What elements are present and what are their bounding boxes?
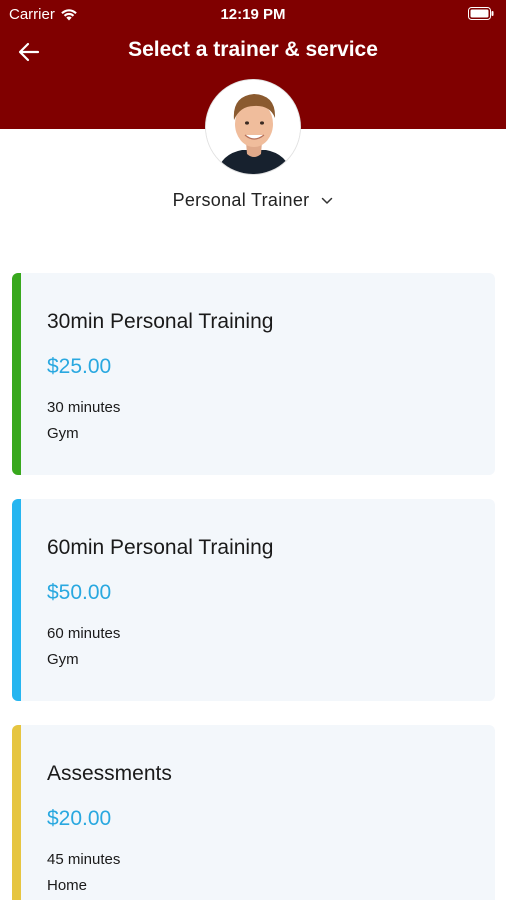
page-title: Select a trainer & service [128, 38, 378, 61]
trainer-dropdown[interactable]: Personal Trainer [0, 190, 506, 211]
service-card[interactable]: 30min Personal Training $25.00 30 minute… [12, 273, 495, 475]
service-card[interactable]: Assessments $20.00 45 minutes Home [12, 725, 495, 900]
status-bar: Carrier 12:19 PM [0, 0, 506, 28]
status-time: 12:19 PM [220, 6, 286, 23]
service-price: $50.00 [47, 581, 112, 604]
service-location: Gym [47, 651, 79, 668]
trainer-name: Personal Trainer [172, 190, 310, 210]
service-location: Gym [47, 425, 79, 442]
service-title: 60min Personal Training [47, 536, 274, 559]
service-title: 30min Personal Training [47, 310, 274, 333]
service-duration: 30 minutes [47, 399, 121, 416]
service-price: $20.00 [47, 807, 112, 830]
service-card[interactable]: 60min Personal Training $50.00 60 minute… [12, 499, 495, 701]
card-accent-bar [12, 499, 21, 701]
card-accent-bar [12, 725, 21, 900]
chevron-down-icon [322, 197, 333, 204]
service-price: $25.00 [47, 355, 112, 378]
card-accent-bar [12, 273, 21, 475]
trainer-avatar [205, 79, 301, 175]
service-duration: 45 minutes [47, 851, 121, 868]
service-location: Home [47, 877, 88, 894]
service-title: Assessments [47, 762, 172, 785]
battery-icon [468, 7, 494, 24]
service-duration: 60 minutes [47, 625, 121, 642]
